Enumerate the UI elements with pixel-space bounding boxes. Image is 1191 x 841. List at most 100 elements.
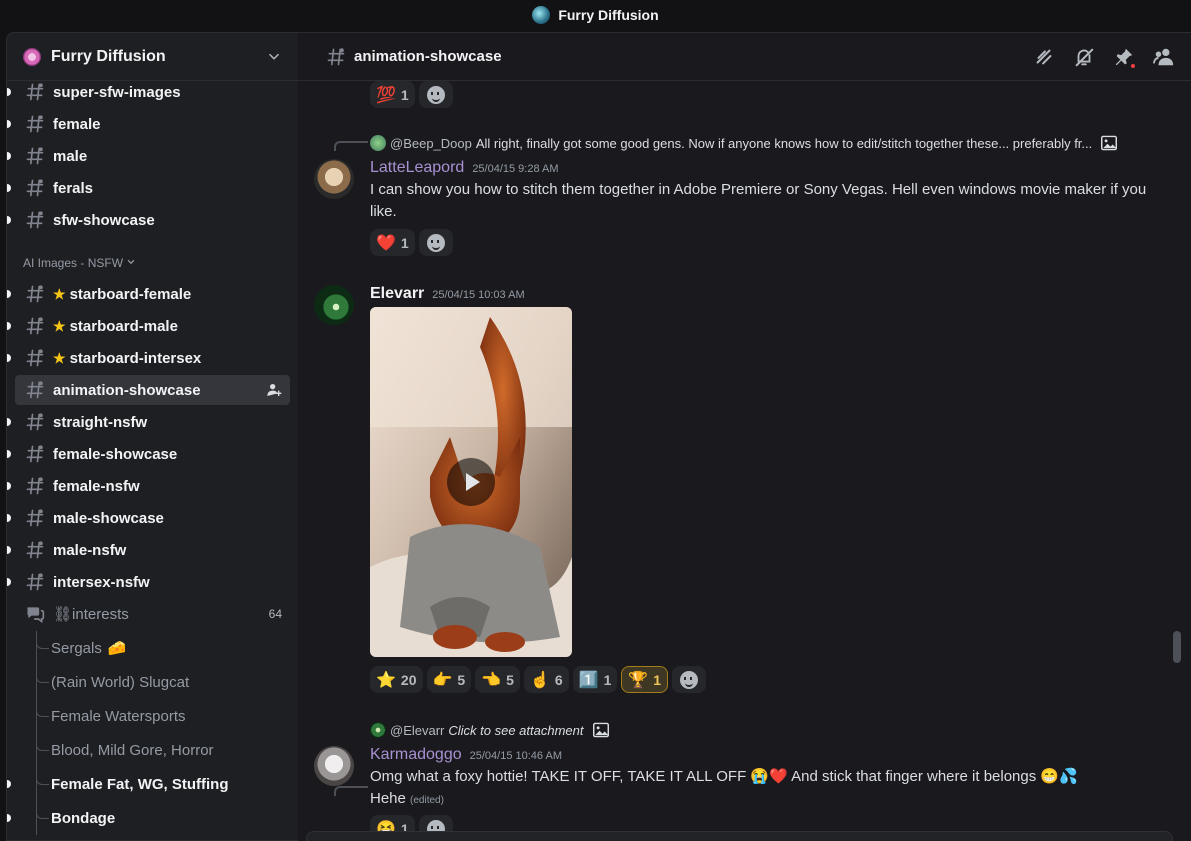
category-name: AI Images - NSFW bbox=[23, 256, 124, 270]
message-text-line: Hehe bbox=[370, 790, 406, 807]
thread-channel-icon bbox=[25, 316, 45, 336]
window-title: Furry Diffusion bbox=[558, 7, 659, 23]
thread-channel-icon bbox=[25, 444, 45, 464]
thread-channel-icon bbox=[25, 348, 45, 368]
edited-label: (edited) bbox=[410, 795, 444, 806]
channel-header: animation-showcase bbox=[298, 33, 1191, 81]
channel-starboard-intersex[interactable]: ★ starboard-intersex bbox=[7, 343, 290, 373]
channel-sidebar: Furry Diffusion super-sfw-images female ma… bbox=[6, 32, 298, 841]
post-count: 64 bbox=[268, 607, 282, 621]
mute-icon[interactable] bbox=[1073, 46, 1095, 68]
reply-author[interactable]: @Elevarr bbox=[390, 723, 444, 738]
channel-sfw-showcase[interactable]: sfw-showcase bbox=[7, 205, 290, 235]
channel-name: female-nsfw bbox=[53, 477, 140, 495]
message: @Elevarr Click to see attachment Karmado… bbox=[298, 81, 1191, 841]
unread-indicator bbox=[7, 482, 11, 490]
channel-name: male bbox=[53, 147, 88, 165]
channel-male-nsfw[interactable]: male-nsfw bbox=[7, 535, 290, 565]
post-emoji: 🧀 bbox=[107, 640, 127, 657]
forum-post[interactable]: Bondage bbox=[7, 801, 290, 835]
unread-indicator bbox=[7, 814, 11, 822]
unread-indicator bbox=[7, 322, 11, 330]
title-bar: Furry Diffusion bbox=[0, 0, 1191, 30]
channel-name: female bbox=[53, 115, 101, 133]
channel-ferals[interactable]: ferals bbox=[7, 173, 290, 203]
chevron-down-icon bbox=[126, 256, 136, 270]
thread-channel-icon bbox=[25, 476, 45, 496]
channel-super-sfw-images[interactable]: super-sfw-images bbox=[7, 77, 290, 107]
scrollbar-thumb[interactable] bbox=[1173, 631, 1181, 663]
channel-title: animation-showcase bbox=[354, 48, 502, 65]
message-composer[interactable] bbox=[306, 831, 1173, 841]
post-title: (Rain World) Slugcat bbox=[51, 673, 190, 691]
server-name: Furry Diffusion bbox=[51, 47, 166, 65]
add-member-icon[interactable] bbox=[266, 382, 282, 398]
channel-animation-showcase[interactable]: animation-showcase bbox=[15, 375, 290, 405]
thread-channel-icon bbox=[327, 47, 345, 65]
forum-post[interactable]: (Rain World) Slugcat bbox=[15, 665, 290, 699]
channel-name: animation-showcase bbox=[53, 381, 201, 399]
unread-indicator bbox=[7, 546, 11, 554]
channel-starboard-female[interactable]: ★ starboard-female bbox=[7, 279, 290, 309]
thread-channel-icon bbox=[25, 178, 45, 198]
channel-name: straight-nsfw bbox=[53, 413, 148, 431]
thread-channel-icon bbox=[25, 210, 45, 230]
channel-name: male-showcase bbox=[53, 509, 164, 527]
author-name[interactable]: Karmadoggo bbox=[370, 746, 462, 764]
forum-post[interactable]: Female Fat, WG, Stuffing bbox=[7, 767, 290, 801]
message-text-line: Omg what a foxy hottie! TAKE IT OFF, TAK… bbox=[370, 768, 1078, 785]
channel-name: starboard-intersex bbox=[69, 349, 202, 367]
thread-spine bbox=[35, 767, 49, 801]
message-list[interactable]: 💯 1 @Beep_Doop All right, finally got so… bbox=[298, 81, 1191, 841]
post-title: Sergals bbox=[51, 639, 102, 657]
thread-channel-icon bbox=[25, 146, 45, 166]
channel-female-showcase[interactable]: female-showcase bbox=[7, 439, 290, 469]
reply-spine bbox=[334, 786, 368, 796]
avatar[interactable] bbox=[314, 746, 354, 786]
post-title: Blood, Mild Gore, Horror bbox=[51, 741, 214, 759]
post-title: Female Watersports bbox=[51, 707, 186, 725]
channel-name: super-sfw-images bbox=[53, 83, 181, 101]
channel-name: intersex-nsfw bbox=[53, 573, 150, 591]
timestamp: 25/04/15 10:46 AM bbox=[469, 750, 562, 762]
channel-male[interactable]: male bbox=[7, 141, 290, 171]
members-icon[interactable] bbox=[1153, 46, 1175, 68]
forum-post[interactable]: Sergals 🧀 bbox=[15, 631, 290, 665]
reply-text[interactable]: Click to see attachment bbox=[448, 723, 583, 738]
channel-straight-nsfw[interactable]: straight-nsfw bbox=[7, 407, 290, 437]
server-header[interactable]: Furry Diffusion bbox=[7, 33, 298, 81]
channel-name: male-nsfw bbox=[53, 541, 127, 559]
threads-icon[interactable] bbox=[1033, 46, 1055, 68]
forum-post[interactable]: Blood, Mild Gore, Horror bbox=[15, 733, 290, 767]
star-icon: ★ bbox=[53, 285, 66, 302]
thread-channel-icon bbox=[25, 82, 45, 102]
unread-indicator bbox=[7, 514, 11, 522]
thread-channel-icon bbox=[25, 540, 45, 560]
message-header: Karmadoggo 25/04/15 10:46 AM bbox=[370, 746, 562, 764]
unread-indicator bbox=[7, 290, 11, 298]
thread-spine bbox=[35, 665, 49, 699]
reply-preview[interactable]: @Elevarr Click to see attachment bbox=[370, 721, 1161, 739]
image-icon bbox=[592, 722, 609, 738]
channel-intersex-nsfw[interactable]: intersex-nsfw bbox=[7, 567, 290, 597]
channel-female[interactable]: female bbox=[7, 109, 290, 139]
unread-indicator bbox=[7, 450, 11, 458]
channel-female-nsfw[interactable]: female-nsfw bbox=[7, 471, 290, 501]
channel-name: sfw-showcase bbox=[53, 211, 155, 229]
post-title: Female Fat, WG, Stuffing bbox=[51, 775, 229, 793]
channel-starboard-male[interactable]: ★ starboard-male bbox=[7, 311, 290, 341]
thread-channel-icon bbox=[25, 380, 45, 400]
pin-icon[interactable] bbox=[1113, 46, 1137, 70]
channel-male-showcase[interactable]: male-showcase bbox=[7, 503, 290, 533]
channel-list: super-sfw-images female male ferals sfw-show… bbox=[7, 75, 298, 835]
server-icon bbox=[532, 6, 551, 24]
unread-indicator bbox=[7, 780, 11, 788]
forum-channel[interactable]: ⛓interests 64 bbox=[15, 599, 290, 629]
unread-indicator bbox=[7, 88, 11, 96]
forum-post[interactable]: Female Watersports bbox=[15, 699, 290, 733]
unread-indicator bbox=[7, 152, 11, 160]
channel-name: ferals bbox=[53, 179, 94, 197]
chevron-down-icon[interactable] bbox=[266, 49, 282, 65]
server-icon bbox=[23, 47, 41, 66]
category-header[interactable]: AI Images - NSFW bbox=[15, 249, 290, 277]
